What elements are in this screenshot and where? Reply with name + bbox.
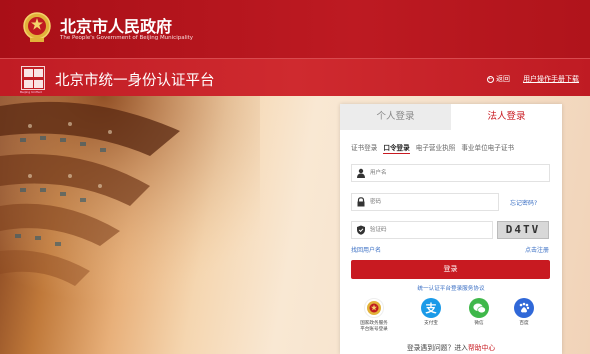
platform-logo-caption: Beijing Unified — [20, 90, 42, 94]
password-field — [351, 193, 499, 211]
username-field — [351, 164, 550, 182]
back-label: 返回 — [496, 75, 510, 83]
login-method-tabs: 证书登录 口令登录 电子营业执照 事业单位电子证书 — [351, 142, 514, 154]
user-icon — [357, 168, 365, 178]
oauth-national-platform[interactable]: 国家政务服务 平台账号登录 — [354, 298, 394, 333]
oauth-alipay-label: 支付宝 — [424, 321, 438, 326]
login-type-tabs: 个人登录 法人登录 — [340, 104, 562, 130]
help-center-link[interactable]: 帮助中心 — [468, 344, 495, 352]
back-link[interactable]: ↩ 返回 — [487, 74, 510, 84]
subtab-certificate-login[interactable]: 证书登录 — [351, 142, 377, 154]
captcha-field — [351, 221, 493, 239]
subtab-password-login[interactable]: 口令登录 — [383, 142, 410, 154]
login-panel: 个人登录 法人登录 证书登录 口令登录 电子营业执照 事业单位电子证书 忘记密码… — [340, 104, 562, 354]
captcha-image[interactable]: D4TV — [497, 221, 549, 239]
lock-icon — [357, 197, 365, 207]
back-arrow-icon: ↩ — [487, 75, 494, 83]
manual-download-link[interactable]: 用户操作手册下载 — [523, 74, 579, 84]
tab-corporate-login[interactable]: 法人登录 — [451, 104, 562, 130]
oauth-baidu-label: 百度 — [519, 321, 529, 326]
username-input[interactable] — [370, 167, 490, 179]
forgot-password-link[interactable]: 忘记密码? — [510, 198, 537, 207]
help-line: 登录遇到问题？进入帮助中心 — [340, 342, 562, 352]
oauth-national-label-2: 平台账号登录 — [360, 327, 388, 332]
help-prefix: 登录遇到问题？进入 — [406, 344, 468, 352]
password-input[interactable] — [370, 196, 490, 208]
oauth-wechat-label: 微信 — [474, 321, 484, 326]
platform-header: Beijing Unified 北京市统一身份认证平台 ↩ 返回 用户操作手册下… — [0, 58, 590, 96]
register-link[interactable]: 点击注册 — [525, 245, 549, 254]
government-title: 北京市人民政府 — [60, 17, 173, 36]
oauth-alipay[interactable]: 支 支付宝 — [411, 298, 451, 327]
government-header: 北京市人民政府 The People's Government of Beiji… — [0, 0, 590, 58]
alipay-icon: 支 — [421, 298, 441, 318]
national-emblem-icon — [364, 298, 384, 318]
tab-personal-login[interactable]: 个人登录 — [340, 104, 451, 130]
login-button[interactable]: 登录 — [351, 260, 550, 279]
oauth-baidu[interactable]: 百度 — [504, 298, 544, 327]
retrieve-username-link[interactable]: 找回用户名 — [351, 245, 381, 254]
platform-title: 北京市统一身份认证平台 — [55, 73, 215, 89]
shield-icon — [357, 225, 365, 235]
temple-of-heaven-image — [0, 96, 260, 354]
national-emblem-icon — [23, 12, 51, 42]
baidu-icon — [514, 298, 534, 318]
subtab-institution-certificate[interactable]: 事业单位电子证书 — [461, 142, 514, 154]
captcha-input[interactable] — [370, 224, 490, 236]
government-subtitle: The People's Government of Beijing Munic… — [60, 35, 194, 41]
oauth-wechat[interactable]: 微信 — [459, 298, 499, 327]
wechat-icon — [469, 298, 489, 318]
service-agreement-link[interactable]: 统一认证平台登录服务协议 — [340, 284, 562, 292]
platform-logo — [21, 66, 45, 90]
subtab-e-business-license[interactable]: 电子营业执照 — [416, 142, 456, 154]
